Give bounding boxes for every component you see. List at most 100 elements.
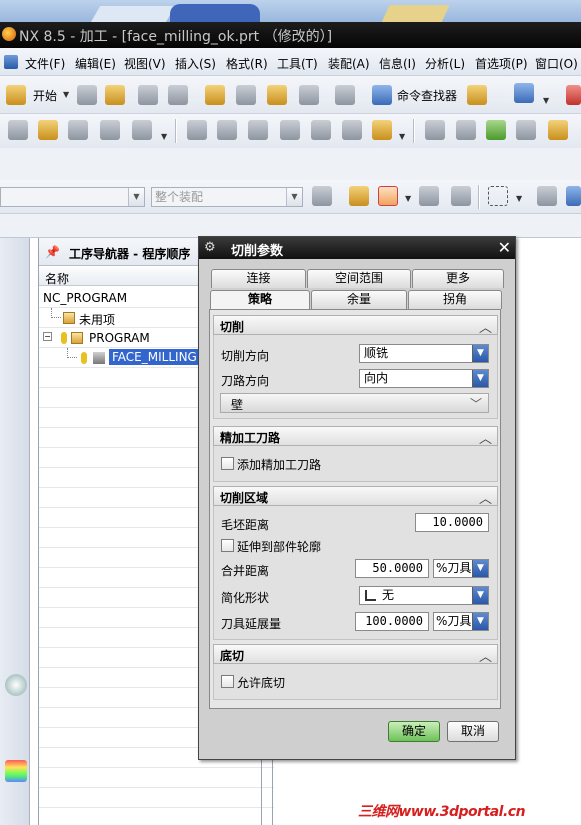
collapse-up-icon[interactable]: ︿: [479, 428, 492, 447]
collapse-up-icon[interactable]: ︿: [479, 488, 492, 507]
transform-icon[interactable]: [486, 120, 506, 140]
generate-toolpath-icon[interactable]: [187, 120, 207, 140]
menu-info[interactable]: 信息(I): [379, 55, 416, 72]
replay-toolpath-icon[interactable]: [217, 120, 237, 140]
collapse-up-icon[interactable]: ︿: [479, 646, 492, 665]
create-geometry-icon[interactable]: [68, 120, 88, 140]
verify-toolpath-icon[interactable]: [280, 120, 300, 140]
snap-settings-icon[interactable]: [312, 186, 332, 206]
touch-mode-icon[interactable]: [467, 85, 487, 105]
feed-rate-icon[interactable]: [425, 120, 445, 140]
start-icon[interactable]: [6, 85, 26, 105]
menu-file[interactable]: 文件(F): [25, 55, 65, 72]
type-filter-combo[interactable]: ▼: [0, 187, 145, 207]
method-icon[interactable]: [456, 120, 476, 140]
view-orientation-icon[interactable]: [566, 186, 581, 206]
object-icon[interactable]: [516, 120, 536, 140]
machine-tool-navigator-icon[interactable]: [5, 428, 27, 450]
constraint-navigator-icon[interactable]: [5, 302, 27, 324]
delete-icon[interactable]: [299, 85, 319, 105]
menu-preferences[interactable]: 首选项(P): [475, 55, 528, 72]
tool-extension-unit-select[interactable]: %刀具 ▼: [433, 612, 489, 631]
point-snap-icon[interactable]: [378, 186, 398, 206]
history-icon[interactable]: [5, 512, 27, 534]
menu-format[interactable]: 格式(R): [226, 55, 268, 72]
roles-icon[interactable]: [566, 85, 581, 105]
cut-icon[interactable]: [205, 85, 225, 105]
selection-filter-icon[interactable]: [349, 186, 369, 206]
create-program-icon[interactable]: [8, 120, 28, 140]
tool-icon[interactable]: [548, 120, 568, 140]
list-toolpath-icon[interactable]: [248, 120, 268, 140]
menu-window[interactable]: 窗口(O): [535, 55, 578, 72]
tab-more[interactable]: 更多: [412, 269, 504, 288]
shop-docs-icon[interactable]: [372, 120, 392, 140]
wall-subgroup-header[interactable]: 壁 ﹀: [220, 393, 489, 413]
paste-icon[interactable]: [267, 85, 287, 105]
undo-icon[interactable]: [335, 85, 355, 105]
blank-distance-input[interactable]: 10.0000: [415, 513, 489, 532]
merge-distance-input[interactable]: 50.0000: [355, 559, 429, 578]
copy-icon[interactable]: [236, 85, 256, 105]
palette-icon[interactable]: [5, 716, 27, 738]
menu-analysis[interactable]: 分析(L): [425, 55, 465, 72]
app-menu-icon[interactable]: [4, 55, 18, 69]
ok-button[interactable]: 确定: [388, 721, 440, 742]
command-finder-icon[interactable]: [372, 85, 392, 105]
gear-icon[interactable]: ⚙: [204, 240, 216, 255]
internet-explorer-icon[interactable]: [5, 566, 27, 588]
clock-icon[interactable]: [5, 674, 27, 696]
create-tool-icon[interactable]: [38, 120, 58, 140]
chevron-down-icon[interactable]: ▼: [543, 96, 549, 105]
system-visualization-icon[interactable]: [5, 760, 27, 782]
snap-mode-icon[interactable]: [451, 186, 471, 206]
close-icon[interactable]: ✕: [498, 238, 511, 257]
new-file-icon[interactable]: [77, 85, 97, 105]
section-header-finish-pass[interactable]: 精加工刀路 ︿: [213, 426, 498, 447]
menu-edit[interactable]: 编辑(E): [75, 55, 116, 72]
section-header-cut[interactable]: 切削 ︿: [213, 315, 498, 336]
chevron-down-icon[interactable]: ▼: [161, 132, 167, 141]
tab-strategy[interactable]: 策略: [210, 290, 310, 309]
reuse-library-icon[interactable]: [5, 470, 27, 492]
print-icon[interactable]: [168, 85, 188, 105]
point-on-curve-icon[interactable]: [419, 186, 439, 206]
tool-path-direction-select[interactable]: 向内 ▼: [359, 369, 489, 388]
collapse-icon[interactable]: −: [43, 332, 52, 341]
tab-connection[interactable]: 连接: [211, 269, 306, 288]
save-icon[interactable]: [138, 85, 158, 105]
tab-stock[interactable]: 余量: [311, 290, 407, 309]
assembly-navigator-icon[interactable]: [5, 262, 27, 284]
chevron-down-icon[interactable]: ▼: [405, 194, 411, 203]
start-button[interactable]: 开始: [33, 87, 57, 104]
chevron-down-icon[interactable]: ▼: [516, 194, 522, 203]
pin-icon[interactable]: 📌: [45, 245, 60, 259]
menu-assembly[interactable]: 装配(A): [328, 55, 370, 72]
collapse-up-icon[interactable]: ︿: [479, 317, 492, 336]
tool-extension-input[interactable]: 100.0000: [355, 612, 429, 631]
merge-distance-unit-select[interactable]: %刀具 ▼: [433, 559, 489, 578]
add-finish-pass-checkbox[interactable]: [221, 457, 234, 470]
section-header-cut-region[interactable]: 切削区域 ︿: [213, 486, 498, 507]
expand-down-icon[interactable]: ﹀: [470, 395, 482, 412]
shaded-view-icon[interactable]: [537, 186, 557, 206]
create-method-icon[interactable]: [100, 120, 120, 140]
menu-view[interactable]: 视图(V): [124, 55, 166, 72]
section-header-undercut[interactable]: 底切 ︿: [213, 644, 498, 665]
simulate-machine-icon[interactable]: [311, 120, 331, 140]
postprocess-icon[interactable]: [342, 120, 362, 140]
open-file-icon[interactable]: [105, 85, 125, 105]
system-scenes-icon[interactable]: [5, 800, 27, 822]
chevron-down-icon[interactable]: ▼: [399, 132, 405, 141]
simplify-shape-select[interactable]: 无 ▼: [359, 586, 489, 605]
extend-to-part-checkbox[interactable]: [221, 539, 234, 552]
tab-spatial-range[interactable]: 空间范围: [307, 269, 411, 288]
rectangle-select-icon[interactable]: [488, 186, 508, 206]
allow-undercut-checkbox[interactable]: [221, 675, 234, 688]
dialog-title-bar[interactable]: ⚙ 切削参数 ✕: [199, 237, 515, 259]
assembly-filter-combo[interactable]: 整个装配 ▼: [151, 187, 303, 207]
chevron-down-icon[interactable]: ▼: [63, 90, 69, 99]
cancel-button[interactable]: 取消: [447, 721, 499, 742]
roles-palette-icon[interactable]: [5, 622, 27, 644]
part-navigator-icon[interactable]: [5, 342, 27, 364]
